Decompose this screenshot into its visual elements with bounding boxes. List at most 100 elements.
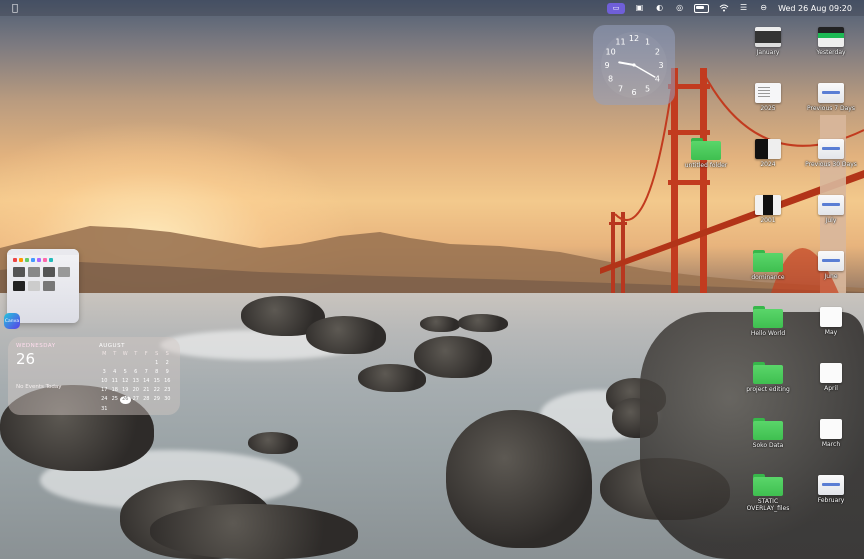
- calendar-day: 23: [164, 387, 171, 394]
- file-thumbnail-icon: [818, 251, 844, 271]
- calendar-date: 26: [16, 350, 36, 368]
- desktop-item[interactable]: Previous 7 Days: [799, 78, 863, 126]
- menu-bar-clock[interactable]: Wed 26 Aug 09:20: [778, 4, 852, 13]
- calendar-day: 24: [101, 396, 108, 403]
- calendar-day: 26: [120, 396, 131, 404]
- desktop-item[interactable]: Previous 30 Days: [799, 134, 863, 182]
- clock-numeral: 4: [655, 75, 660, 84]
- calendar-day: 16: [164, 378, 171, 385]
- display-icon[interactable]: ▣: [634, 4, 645, 13]
- desktop-item-label: STATIC OVERLAY_files: [746, 498, 790, 512]
- canva-app-icon[interactable]: Canva: [4, 313, 20, 329]
- calendar-day: 14: [143, 378, 150, 385]
- desktop-item[interactable]: May: [799, 302, 863, 350]
- calendar-day: 11: [111, 378, 118, 385]
- folder-icon: [753, 250, 783, 272]
- folder-icon: [753, 418, 783, 440]
- calendar-day: 6: [134, 369, 138, 376]
- calendar-weekday-header: F: [144, 351, 148, 357]
- desktop-item[interactable]: 2024: [736, 134, 800, 182]
- desktop-item[interactable]: 2025: [736, 78, 800, 126]
- file-thumbnail-icon: [755, 83, 781, 103]
- calendar-day: 7: [144, 369, 148, 376]
- desktop-item[interactable]: dominance: [736, 246, 800, 294]
- wifi-icon[interactable]: [718, 4, 729, 13]
- desktop-item[interactable]: 2001: [736, 190, 800, 238]
- clock-numeral: 1: [645, 38, 650, 47]
- calendar-day: 10: [101, 378, 108, 385]
- file-thumbnail-icon: [820, 363, 842, 383]
- clock-numeral: 6: [631, 88, 636, 97]
- menu-bar:  ▭ ▣ ◐ ◎ ☰ ⊖ Wed 26 Aug 09:20: [0, 0, 864, 16]
- desktop-item-label: Previous 7 Days: [807, 105, 855, 112]
- file-thumbnail-icon: [818, 27, 844, 47]
- desktop-item[interactable]: February: [799, 470, 863, 518]
- desktop-item[interactable]: March: [799, 414, 863, 462]
- calendar-weekday-header: W: [122, 351, 128, 357]
- desktop-item[interactable]: April: [799, 358, 863, 406]
- folder-icon: [753, 474, 783, 496]
- desktop-item-label: July: [825, 217, 837, 224]
- desktop-item[interactable]: June: [799, 246, 863, 294]
- desktop-item-label: untitled folder: [684, 162, 728, 169]
- apple-menu-icon[interactable]: : [10, 3, 20, 14]
- calendar-day: 17: [101, 387, 108, 394]
- calendar-day: 12: [122, 378, 129, 385]
- desktop-item[interactable]: July: [799, 190, 863, 238]
- file-thumbnail-icon: [755, 195, 781, 215]
- calendar-month-grid: M T W T F S S 1 2 3 4 5 6 7 8 9 10 11 12 13 14 15 16 17 18 19 20 21…: [99, 351, 177, 413]
- clock-numeral: 3: [658, 61, 663, 70]
- calendar-day: 4: [113, 369, 117, 376]
- desktop-item[interactable]: Soko Data: [736, 414, 800, 462]
- desktop-item[interactable]: project editing: [736, 358, 800, 406]
- file-thumbnail-icon: [818, 83, 844, 103]
- calendar-day: 19: [122, 387, 129, 394]
- file-thumbnail-icon: [820, 419, 842, 439]
- battery-icon[interactable]: [694, 3, 710, 13]
- desktop-item[interactable]: Yesterday: [799, 22, 863, 70]
- calendar-widget[interactable]: WEDNESDAY 26 No Events Today AUGUST MTWT…: [8, 337, 180, 415]
- calendar-day: 21: [143, 387, 150, 394]
- clock-numeral: 8: [608, 75, 613, 84]
- calendar-day: 31: [101, 405, 108, 412]
- desktop-item[interactable]: January: [736, 22, 800, 70]
- clock-numeral: 10: [606, 48, 616, 57]
- desktop-item-label: April: [824, 385, 838, 392]
- calendar-day: 2: [165, 360, 169, 367]
- calendar-blank: [120, 360, 131, 368]
- desktop-item-label: February: [817, 497, 845, 504]
- control-center-icon[interactable]: ☰: [738, 4, 749, 13]
- creative-cloud-icon[interactable]: ◐: [654, 4, 665, 13]
- calendar-day: 13: [132, 378, 139, 385]
- calendar-day: 30: [164, 396, 171, 403]
- desktop-item-label: Hello World: [750, 330, 786, 337]
- calendar-weekday: WEDNESDAY: [16, 343, 56, 349]
- desktop-item-label: June: [824, 273, 838, 280]
- desktop-item-label: 2024: [760, 161, 776, 168]
- desktop-item-label: dominance: [751, 274, 785, 281]
- app-window-preview[interactable]: [7, 249, 79, 323]
- calendar-weekday-header: T: [113, 351, 117, 357]
- calendar-weekday-header: T: [134, 351, 138, 357]
- desktop-item[interactable]: Hello World: [736, 302, 800, 350]
- calendar-day: 22: [153, 387, 160, 394]
- desktop-item[interactable]: untitled folder: [674, 134, 738, 182]
- file-thumbnail-icon: [818, 139, 844, 159]
- screen-mirror-icon[interactable]: ▭: [607, 2, 626, 14]
- desktop-item-label: January: [756, 49, 780, 56]
- desktop-item-label: March: [821, 441, 841, 448]
- clock-widget[interactable]: 12 1 2 3 4 5 6 7 8 9 10 11: [593, 25, 675, 105]
- calendar-day: 9: [165, 369, 169, 376]
- calendar-no-events: No Events Today: [16, 384, 62, 390]
- calendar-day: 15: [153, 378, 160, 385]
- clock-numeral: 2: [655, 48, 660, 57]
- folder-icon: [753, 362, 783, 384]
- siri-icon[interactable]: ⊖: [758, 4, 769, 13]
- desktop-item-label: 2025: [760, 105, 776, 112]
- calendar-day: 1: [155, 360, 159, 367]
- calendar-day: 28: [143, 396, 150, 403]
- file-thumbnail-icon: [755, 139, 781, 159]
- desktop-item-label: project editing: [746, 386, 790, 393]
- desktop-item[interactable]: STATIC OVERLAY_files: [736, 470, 800, 518]
- airdrop-icon[interactable]: ◎: [674, 4, 685, 13]
